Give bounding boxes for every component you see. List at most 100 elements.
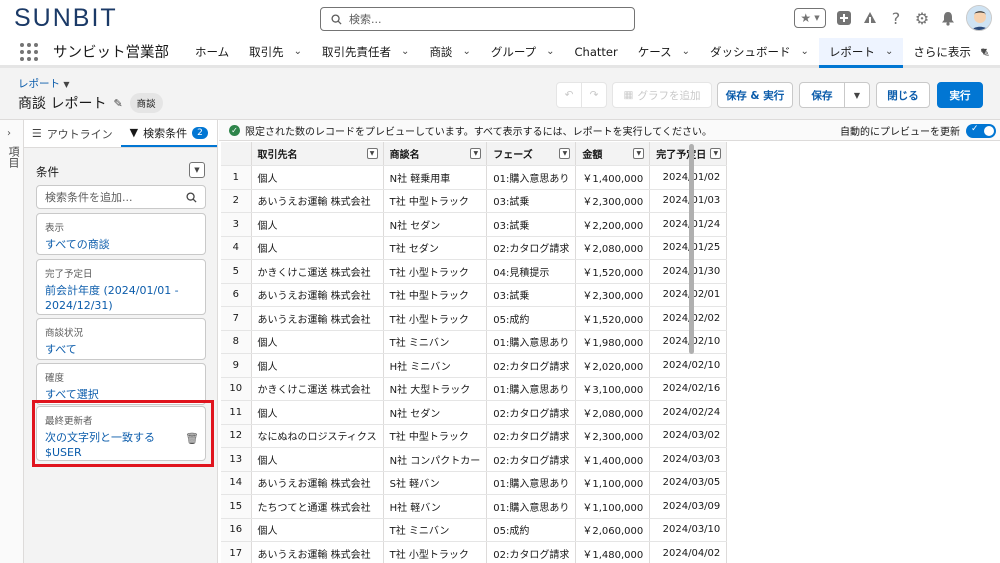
column-menu-icon[interactable]: ▼ [470, 148, 482, 159]
nav-item-reports[interactable]: レポート ⌄ [818, 38, 904, 68]
chevron-down-icon[interactable]: ⌄ [801, 46, 809, 57]
filter-card-show[interactable]: 表示 すべての商談 [36, 213, 206, 255]
column-header[interactable]: 商談名 ▼ [383, 142, 488, 166]
help-icon[interactable]: ? [888, 9, 904, 28]
table-row[interactable]: 13 個人 N社 コンパクトカー 02:カタログ請求 ￥1,400,000 2024/03… [221, 447, 728, 472]
caret-down-icon: ▼ [853, 90, 861, 100]
expand-chevron-icon[interactable]: › [7, 128, 11, 139]
tab-outline[interactable]: ☰ アウトライン [24, 120, 121, 147]
table-cell: 個人 [251, 353, 384, 378]
column-menu-icon[interactable]: ▼ [633, 148, 645, 159]
table-cell: T社 中型トラック [383, 189, 488, 213]
table-cell: ￥2,060,000 [575, 518, 651, 542]
filter-menu-button[interactable]: ▼ [189, 162, 205, 178]
chevron-down-icon[interactable]: ⌄ [294, 46, 302, 57]
nav-item-chatter[interactable]: Chatter [565, 37, 628, 67]
auto-preview-toggle-group: 自動的にプレビューを更新 ✓ [840, 123, 996, 138]
table-row[interactable]: 10 かきくけこ運送 株式会社 N社 大型トラック 01:購入意思あり ￥3,100,0… [221, 377, 728, 401]
fields-rail-label[interactable]: 項目 [5, 146, 21, 168]
chevron-down-icon[interactable]: ⌄ [462, 46, 470, 57]
chevron-down-icon[interactable]: ⌄ [401, 46, 409, 57]
nav-item-cases[interactable]: ケース ⌄ [628, 37, 700, 67]
add-filter-input[interactable]: 検索条件を追加... [36, 185, 206, 209]
table-cell: 01:購入意思あり [486, 330, 577, 354]
table-cell: ￥2,080,000 [575, 400, 651, 425]
nav-item-dashboards[interactable]: ダッシュボード ⌄ [700, 37, 819, 67]
auto-preview-toggle[interactable]: ✓ [966, 123, 996, 138]
table-cell: 個人 [251, 236, 384, 260]
app-logo[interactable]: SUNBIT [14, 4, 118, 33]
table-cell: 02:カタログ請求 [486, 400, 577, 425]
nav-item-accounts[interactable]: 取引先 ⌄ [239, 37, 312, 67]
filter-card-probability[interactable]: 確度 すべて選択 [36, 363, 206, 405]
chevron-down-icon[interactable]: ⌄ [682, 46, 690, 57]
pencil-icon[interactable]: ✎ [113, 97, 122, 110]
trailhead-icon[interactable] [862, 10, 878, 26]
run-button[interactable]: 実行 [937, 82, 983, 108]
nav-item-opportunities[interactable]: 商談 ⌄ [419, 37, 480, 67]
add-chart-button[interactable]: ▦ グラフを追加 [612, 82, 712, 108]
table-cell: ￥2,020,000 [575, 353, 651, 378]
preview-info-bar: ✓ 限定された数のレコードをプレビューしています。すべて表示するには、レポートを… [219, 120, 1000, 141]
table-row[interactable]: 3個人N社 セダン03:試乗￥2,200,0002024/01/24 [221, 212, 728, 237]
global-search-input[interactable]: 検索... [320, 7, 635, 31]
column-header[interactable]: 金額 ▼ [575, 142, 651, 166]
chevron-down-icon[interactable]: ⌄ [885, 46, 893, 57]
fields-rail[interactable]: › 項目 [0, 120, 24, 563]
edit-nav-pencil-icon[interactable]: ✎ [980, 46, 990, 60]
table-cell: あいうえお運輸 株式会社 [251, 306, 384, 331]
nav-item-contacts[interactable]: 取引先責任者 ⌄ [312, 37, 419, 67]
table-row[interactable]: 14 あいうえお運輸 株式会社 S社 軽バン 01:購入意思あり ￥1,100,000 2… [221, 471, 728, 495]
save-button[interactable]: 保存 [799, 82, 845, 108]
report-preview: ✓ 限定された数のレコードをプレビューしています。すべて表示するには、レポートを… [219, 120, 1000, 563]
table-row[interactable]: 2あいうえお運輸 株式会社T社 中型トラック03:試乗￥2,300,000202… [221, 189, 728, 213]
filter-body: 条件 ▼ 検索条件を追加... 表示 すべての商談 完了予定日 前会計年度 (2… [24, 148, 217, 563]
tab-filters[interactable]: ▼ 検索条件 2 [120, 120, 217, 147]
save-menu-button[interactable]: ▼ [844, 82, 870, 108]
column-menu-icon[interactable]: ▼ [710, 148, 722, 159]
global-create-icon[interactable] [836, 10, 852, 26]
column-header-label: 金額 [582, 150, 603, 161]
table-row[interactable]: 12 なにぬねのロジスティクス T社 中型トラック 02:カタログ請求 ￥2,300,0… [221, 424, 728, 448]
caret-down-icon[interactable]: ▼ [63, 80, 69, 89]
table-row[interactable]: 9 個人 H社 ミニバン 02:カタログ請求 ￥2,020,000 2024/02/10 [221, 353, 728, 378]
bell-icon[interactable] [940, 10, 956, 26]
table-cell: N社 セダン [383, 212, 488, 237]
filter-card-status[interactable]: 商談状況 すべて [36, 318, 206, 360]
table-cell: 2024/03/02 [649, 424, 728, 448]
column-header[interactable]: フェーズ ▼ [486, 142, 577, 166]
table-row[interactable]: 16 個人 T社 ミニバン 05:成約 ￥2,060,000 2024/03/10 [221, 518, 728, 542]
close-button[interactable]: 閉じる [876, 82, 930, 108]
user-avatar[interactable] [966, 5, 992, 31]
table-row[interactable]: 4個人T社 セダン02:カタログ請求￥2,080,0002024/01/25 [221, 236, 728, 260]
save-and-run-button[interactable]: 保存 & 実行 [717, 82, 793, 108]
table-row[interactable]: 11 個人 N社 セダン 02:カタログ請求 ￥2,080,000 2024/02/24 [221, 400, 728, 425]
app-navigation-bar: サンビット営業部 ホーム 取引先 ⌄ 取引先責任者 ⌄ 商談 ⌄ グループ ⌄ Chat… [0, 38, 1000, 68]
table-cell: 01:購入意思あり [486, 165, 577, 190]
chevron-down-icon[interactable]: ⌄ [546, 46, 554, 57]
column-menu-icon[interactable]: ▼ [366, 148, 378, 159]
global-header: SUNBIT 検索... ★ ▼ ? ⚙ [0, 0, 1000, 38]
gear-icon[interactable]: ⚙ [914, 9, 930, 28]
table-row[interactable]: 17 あいうえお運輸 株式会社 T社 小型トラック 02:カタログ請求 ￥1,480,0… [221, 541, 728, 563]
table-cell: ￥2,080,000 [575, 236, 651, 260]
row-number-cell: 12 [221, 424, 252, 448]
table-row[interactable]: 1個人N社 軽乗用車01:購入意思あり￥1,400,0002024/01/02 [221, 165, 728, 190]
breadcrumb-label[interactable]: レポート [18, 78, 60, 90]
column-header[interactable]: 取引先名 ▼ [251, 142, 384, 166]
table-row[interactable]: 7あいうえお運輸 株式会社T社 小型トラック05:成約￥1,520,000202… [221, 306, 728, 331]
breadcrumb[interactable]: レポート ▼ [18, 76, 70, 91]
nav-item-home[interactable]: ホーム [185, 37, 239, 67]
nav-item-groups[interactable]: グループ ⌄ [481, 37, 565, 67]
table-row[interactable]: 5かきくけこ運送 株式会社T社 小型トラック04:見積提示￥1,520,0002… [221, 259, 728, 284]
filter-card-close-date[interactable]: 完了予定日 前会計年度 (2024/01/01 - 2024/12/31) [36, 259, 206, 315]
favorites-button[interactable]: ★ ▼ [794, 8, 826, 28]
redo-button[interactable]: ↷ [581, 82, 607, 108]
table-row[interactable]: 6あいうえお運輸 株式会社T社 中型トラック03:試乗￥2,300,000202… [221, 283, 728, 307]
table-row[interactable]: 8個人T社 ミニバン01:購入意思あり￥1,980,0002024/02/10 [221, 330, 728, 354]
table-row[interactable]: 15 たちつてと通運 株式会社 H社 軽バン 01:購入意思あり ￥1,100,000 2… [221, 494, 728, 519]
app-launcher-icon[interactable] [20, 42, 38, 61]
table-scrollbar[interactable] [689, 144, 694, 354]
undo-button[interactable]: ↶ [556, 82, 582, 108]
column-menu-icon[interactable]: ▼ [559, 148, 571, 159]
